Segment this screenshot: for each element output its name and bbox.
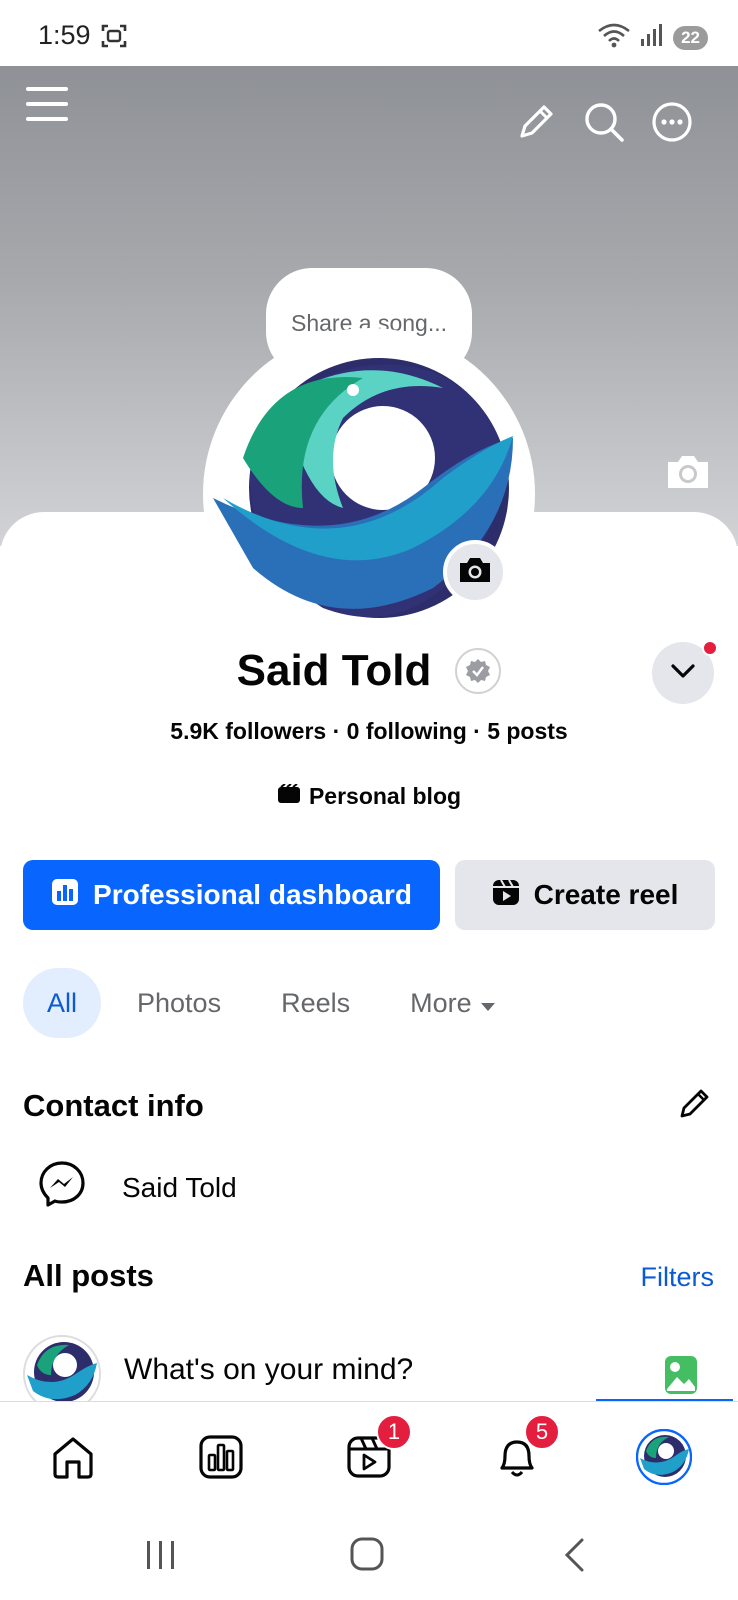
home-icon (50, 1434, 96, 1485)
profile-name: Said Told (236, 646, 432, 695)
clapperboard-icon (277, 783, 301, 810)
create-reel-label: Create reel (533, 879, 679, 910)
reel-icon (492, 878, 520, 913)
tab-more[interactable]: More (386, 968, 520, 1038)
tab-all-label: All (47, 987, 78, 1018)
create-reel-button[interactable]: Create reel (455, 860, 715, 930)
nav-dashboard[interactable] (184, 1422, 258, 1496)
battery-indicator: 22 (673, 25, 708, 50)
all-posts-title: All posts (23, 1258, 154, 1293)
nav-home[interactable] (36, 1422, 110, 1496)
tab-photos[interactable]: Photos (113, 968, 245, 1038)
pencil-icon[interactable] (514, 100, 558, 144)
tab-reels[interactable]: Reels (257, 968, 374, 1038)
bottom-nav: 1 5 (0, 1401, 738, 1511)
camera-icon[interactable] (664, 452, 712, 497)
profile-category: Personal blog (0, 783, 738, 810)
post-composer[interactable]: What's on your mind? (23, 1335, 723, 1403)
reels-badge: 1 (376, 1414, 412, 1450)
status-time: 1:59 (38, 20, 91, 50)
tab-photos-label: Photos (137, 987, 222, 1018)
contact-info-title: Contact info (23, 1088, 204, 1123)
nav-notifications[interactable]: 5 (480, 1414, 560, 1496)
caret-down-icon (480, 988, 496, 1019)
more-icon[interactable] (650, 100, 694, 144)
nav-reels[interactable]: 1 (332, 1414, 412, 1496)
status-bar: 1:59 22 (0, 0, 738, 66)
profile-tabs: All Photos Reels More (23, 968, 532, 1038)
tab-more-label: More (410, 987, 472, 1018)
edit-contact-pencil-icon[interactable] (678, 1086, 712, 1125)
menu-icon[interactable] (24, 84, 70, 124)
verified-badge-icon[interactable] (455, 648, 502, 694)
profile-menu-button[interactable] (652, 640, 718, 704)
chart-bars-icon (51, 878, 79, 913)
search-icon[interactable] (582, 100, 626, 144)
filters-link[interactable]: Filters (641, 1262, 715, 1293)
dashboard-icon (198, 1434, 244, 1485)
avatar-camera-button[interactable] (443, 540, 507, 604)
camera-icon (458, 556, 492, 589)
notifications-badge: 5 (524, 1414, 560, 1450)
system-navigation-bar (0, 1511, 738, 1600)
wifi-icon (597, 22, 631, 53)
screenshot-icon (100, 22, 128, 55)
messenger-icon (38, 1160, 86, 1215)
profile-category-label: Personal blog (308, 783, 462, 809)
profile-name-row: Said Told (0, 646, 738, 696)
messenger-contact-row[interactable]: Said Told (38, 1160, 237, 1215)
tab-all[interactable]: All (23, 968, 102, 1038)
composer-placeholder: What's on your mind? (124, 1353, 414, 1386)
notification-dot (702, 640, 718, 656)
signal-icon (639, 22, 665, 53)
professional-dashboard-label: Professional dashboard (93, 879, 412, 910)
composer-avatar (23, 1335, 101, 1403)
photo-icon[interactable] (664, 1355, 698, 1400)
profile-avatar-icon (635, 1428, 693, 1490)
profile-stats[interactable]: 5.9K followers · 0 following · 5 posts (0, 718, 738, 745)
tab-reels-label: Reels (281, 987, 351, 1018)
chevron-down-icon (670, 663, 696, 684)
recent-apps-icon[interactable] (146, 1539, 176, 1576)
nav-profile[interactable] (627, 1422, 701, 1496)
professional-dashboard-button[interactable]: Professional dashboard (23, 860, 440, 930)
home-button-icon[interactable] (350, 1537, 384, 1576)
messenger-contact-name: Said Told (122, 1171, 237, 1203)
back-icon[interactable] (562, 1537, 586, 1578)
